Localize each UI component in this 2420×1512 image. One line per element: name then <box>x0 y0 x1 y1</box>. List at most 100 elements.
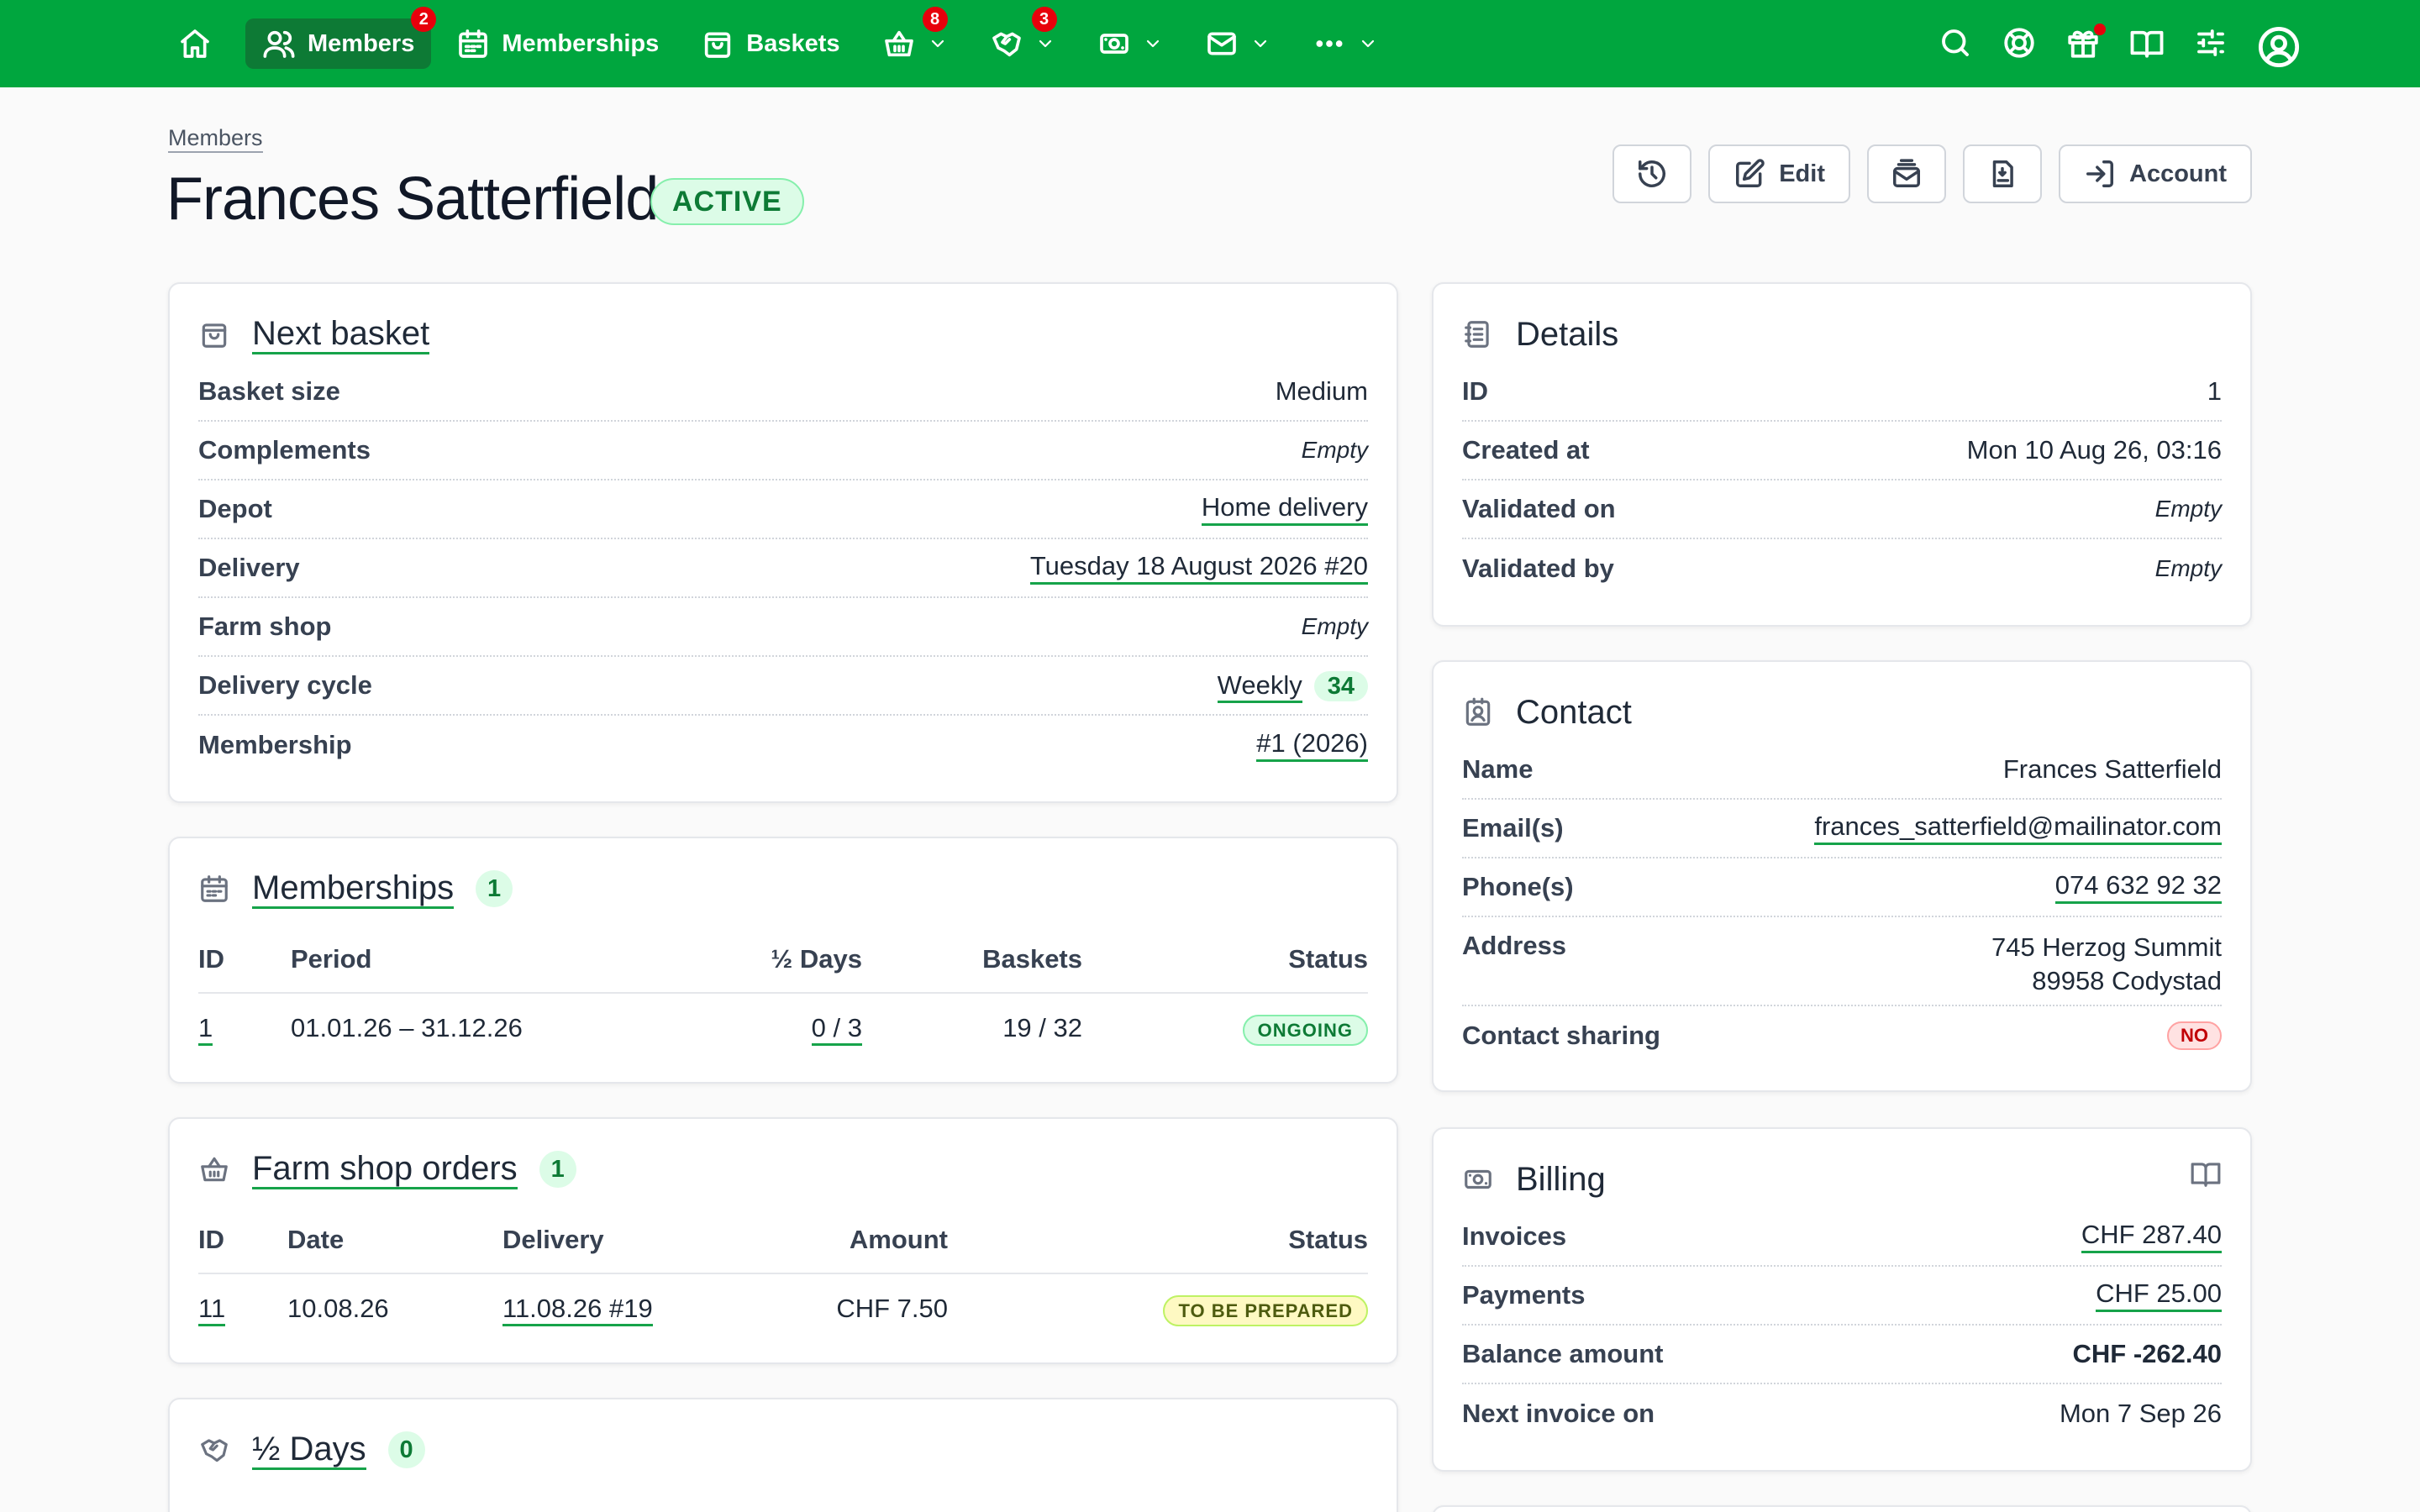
details-title: Details <box>1516 315 1619 353</box>
file-download-icon <box>1992 160 2013 187</box>
page-actions: Edit Account <box>1612 144 2252 203</box>
chevron-down-icon <box>1146 39 1159 48</box>
col-header: Date <box>287 1206 502 1274</box>
col-header: Baskets <box>862 926 1082 994</box>
users-icon <box>263 30 295 58</box>
notebook-icon <box>1465 321 1489 348</box>
address-line: 745 Herzog Summit <box>1991 932 2222 962</box>
label: Created at <box>1462 435 1590 465</box>
send-email-button[interactable] <box>1867 144 1946 203</box>
history-button[interactable] <box>1612 144 1692 203</box>
row-balance: Balance amount CHF -262.40 <box>1462 1326 2222 1384</box>
updates-dot <box>2094 24 2106 35</box>
status-badge: ACTIVE <box>650 178 804 225</box>
banknote-icon <box>1099 34 1128 54</box>
nav-email-menu[interactable] <box>1188 18 1287 69</box>
breadcrumb-members[interactable]: Members <box>168 124 263 153</box>
nav-settings[interactable] <box>2193 25 2230 62</box>
row-next-invoice: Next invoice on Mon 7 Sep 26 <box>1462 1384 2222 1443</box>
membership-id-link[interactable]: 1 <box>198 1012 213 1046</box>
invoices-link[interactable]: CHF 287.40 <box>2081 1220 2222 1253</box>
depot-link[interactable]: Home delivery <box>1201 492 1368 526</box>
table-row: 11 10.08.26 11.08.26 #19 CHF 7.50 TO BE … <box>198 1273 1368 1342</box>
delivery-link[interactable]: Tuesday 18 August 2026 #20 <box>1029 551 1368 585</box>
nav-docs[interactable] <box>2129 25 2166 62</box>
label: Complements <box>198 435 371 465</box>
email-link[interactable]: frances_satterfield@mailinator.com <box>1814 811 2222 845</box>
edit-button-label: Edit <box>1779 160 1825 187</box>
row-emails: Email(s) frances_satterfield@mailinator.c… <box>1462 800 2222 858</box>
nav-memberships-label: Memberships <box>502 29 660 57</box>
chevron-down-icon <box>1361 39 1374 48</box>
value: Frances Satterfield <box>2002 754 2222 784</box>
memberships-title[interactable]: Memberships <box>252 869 455 909</box>
row-invoices: Invoices CHF 287.40 <box>1462 1208 2222 1267</box>
nav-baskets[interactable]: Baskets <box>684 18 856 69</box>
row-validated-on: Validated on Empty <box>1462 480 2222 539</box>
top-navbar: Members 2 Memberships Baskets 8 3 <box>0 0 2420 87</box>
row-payments: Payments CHF 25.00 <box>1462 1267 2222 1326</box>
col-header: Amount <box>755 1206 948 1274</box>
nav-help[interactable] <box>2002 25 2039 62</box>
phone-link[interactable]: 074 632 92 32 <box>2054 870 2222 904</box>
book-open-icon[interactable] <box>2190 1158 2222 1189</box>
label: Membership <box>198 730 352 759</box>
nav-billing-menu[interactable] <box>1081 18 1180 69</box>
half-days-title[interactable]: ½ Days <box>252 1431 366 1470</box>
address-value: 745 Herzog Summit 89958 Codystad <box>1991 931 2222 998</box>
nav-search[interactable] <box>1938 25 1975 62</box>
memberships-table: ID Period ½ Days Baskets Status 1 01.01.… <box>198 926 1368 1062</box>
value: Medium <box>1275 376 1368 406</box>
next-basket-title[interactable]: Next basket <box>252 315 430 354</box>
sharing-badge: NO <box>2167 1021 2222 1050</box>
nav-home[interactable] <box>165 18 225 69</box>
account-button[interactable]: Account <box>2059 144 2252 203</box>
farm-shop-orders-title[interactable]: Farm shop orders <box>252 1150 518 1189</box>
nav-more-menu[interactable] <box>1296 18 1395 69</box>
address-line: 89958 Codystad <box>2032 966 2222 995</box>
order-id-link[interactable]: 11 <box>198 1293 226 1326</box>
label: Depot <box>198 494 272 523</box>
contact-card-icon <box>1465 697 1491 726</box>
history-icon <box>1639 160 1666 187</box>
nav-halfdays-menu[interactable]: 3 <box>973 7 1072 69</box>
nav-updates[interactable] <box>2065 24 2106 62</box>
nav-members[interactable]: Members 2 <box>245 7 437 69</box>
col-header: Status <box>948 1206 1368 1274</box>
value: Empty <box>2154 496 2222 522</box>
orders-count-badge: 1 <box>539 1151 576 1188</box>
label: ID <box>1462 376 1488 406</box>
delivery-cycle-link[interactable]: Weekly <box>1217 670 1302 703</box>
contact-card: Contact Name Frances Satterfield Email(s)… <box>1432 660 2252 1092</box>
nav-memberships[interactable]: Memberships <box>439 18 676 69</box>
sliders-icon <box>2197 29 2224 56</box>
status-badge: TO BE PREPARED <box>1163 1294 1368 1326</box>
calendar-icon <box>459 29 488 58</box>
export-button[interactable] <box>1963 144 2042 203</box>
label: Farm shop <box>198 612 332 641</box>
label: Validated on <box>1462 494 1616 523</box>
nav-user-menu[interactable] <box>2257 25 2300 68</box>
nav-shop-menu[interactable]: 8 <box>865 7 965 69</box>
label: Invoices <box>1462 1221 1567 1251</box>
payments-link[interactable]: CHF 25.00 <box>2096 1278 2222 1312</box>
row-address: Address 745 Herzog Summit 89958 Codystad <box>1462 917 2222 1006</box>
label: Validated by <box>1462 554 1614 583</box>
members-badge: 2 <box>411 7 437 32</box>
nav-members-label: Members <box>308 29 415 57</box>
billing-card: Billing Invoices CHF 287.40 Payments CHF 2… <box>1432 1127 2252 1472</box>
membership-link[interactable]: #1 (2026) <box>1256 728 1368 762</box>
row-membership: Membership #1 (2026) <box>198 716 1368 774</box>
table-row: 1 01.01.26 – 31.12.26 0 / 3 19 / 32 ONGO… <box>198 993 1368 1062</box>
row-validated-by: Validated by Empty <box>1462 539 2222 598</box>
edit-button[interactable]: Edit <box>1708 144 1850 203</box>
row-complements: Complements Empty <box>198 422 1368 480</box>
col-header: Period <box>291 926 728 994</box>
user-circle-icon <box>2258 26 2300 68</box>
row-basket-size: Basket size Medium <box>198 363 1368 422</box>
page-title: Frances Satterfield <box>166 165 659 233</box>
order-delivery-link[interactable]: 11.08.26 #19 <box>502 1293 653 1326</box>
chevron-down-icon <box>1039 39 1051 48</box>
login-icon <box>2086 160 2113 187</box>
half-days-link[interactable]: 0 / 3 <box>811 1012 862 1046</box>
